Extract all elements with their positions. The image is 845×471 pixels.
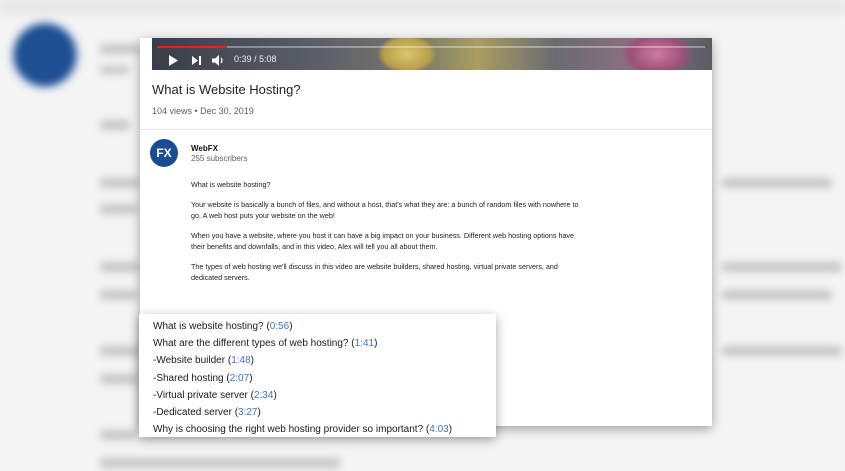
chapter-item: What are the different types of web host… [153, 335, 496, 352]
bg-logo [10, 20, 80, 90]
chapter-item: -Website builder (1:48) [153, 352, 496, 369]
bg-line [100, 44, 140, 54]
chapter-label: What are the different types of web host… [153, 338, 355, 350]
video-frame-decoration [377, 38, 437, 70]
video-description: What is website hosting? Your website is… [191, 179, 581, 292]
chapter-close: ) [448, 424, 453, 436]
bg-line [100, 120, 130, 130]
bg-line [100, 290, 138, 300]
chapter-timestamp-link[interactable]: 1:48 [231, 355, 250, 366]
bg-top-bar [0, 0, 845, 14]
bg-line [722, 346, 842, 356]
bg-line [100, 458, 340, 468]
description-paragraph: Your website is basically a bunch of fil… [191, 199, 579, 221]
chapter-close: ) [374, 338, 378, 350]
chapter-item: Why is choosing the right web hosting pr… [153, 421, 496, 438]
video-meta: 104 views • Dec 30, 2019 [152, 106, 254, 116]
chapter-label: -Virtual private server ( [153, 389, 254, 401]
chapter-timestamp-link[interactable]: 0:56 [270, 321, 289, 332]
video-title: What is Website Hosting? [152, 82, 301, 97]
bg-line [722, 262, 842, 272]
progress-fill [157, 46, 227, 48]
channel-avatar[interactable]: FX [150, 139, 178, 167]
bg-line [722, 178, 832, 188]
divider [140, 129, 712, 130]
chapter-item: -Shared hosting (2:07) [153, 370, 496, 387]
chapter-label: What is website hosting? ( [153, 321, 270, 332]
video-player[interactable]: 0:39 / 5:08 [152, 38, 712, 70]
chapter-label: Why is choosing the right web hosting pr… [153, 424, 430, 436]
bg-line [100, 430, 136, 440]
chapter-timestamp-link[interactable]: 2:07 [230, 373, 249, 384]
bg-line [100, 374, 138, 384]
description-paragraph: The types of web hosting we'll discuss i… [191, 261, 558, 283]
chapter-timestamp-link[interactable]: 3:27 [238, 407, 257, 418]
chapter-close: ) [289, 321, 293, 332]
bg-line [100, 262, 140, 272]
bg-line [722, 290, 832, 300]
time-display: 0:39 / 5:08 [234, 54, 277, 64]
chapter-close: ) [249, 372, 253, 384]
chapter-label: -Shared hosting ( [153, 372, 230, 384]
description-paragraph: What is website hosting? [191, 180, 271, 189]
subscriber-count: 255 subscribers [191, 154, 248, 163]
chapter-item: -Virtual private server (2:34) [153, 387, 496, 404]
video-frame-decoration [622, 38, 692, 70]
chapter-close: ) [257, 407, 261, 419]
chapter-timestamp-link[interactable]: 2:34 [254, 390, 273, 401]
bg-line [100, 178, 140, 188]
chapter-close: ) [250, 355, 254, 367]
channel-name[interactable]: WebFX [191, 144, 218, 153]
bg-line [100, 66, 130, 74]
volume-icon[interactable] [212, 55, 225, 66]
chapter-close: ) [273, 389, 277, 401]
progress-bar[interactable] [157, 46, 705, 48]
chapters-callout: What is website hosting? (0:56) What are… [139, 314, 496, 437]
chapter-label: -Website builder ( [153, 355, 232, 367]
play-icon[interactable] [168, 55, 178, 66]
chapter-item: What is website hosting? (0:56) [153, 318, 496, 335]
description-paragraph: When you have a website, where you host … [191, 230, 575, 252]
next-icon[interactable] [192, 56, 201, 65]
chapter-timestamp-link[interactable]: 1:41 [355, 338, 374, 349]
bg-line [100, 346, 140, 356]
bg-line [100, 204, 138, 214]
chapter-timestamp-link[interactable]: 4:03 [429, 424, 448, 435]
chapter-item: -Dedicated server (3:27) [153, 404, 496, 421]
chapter-label: -Dedicated server ( [153, 407, 239, 419]
